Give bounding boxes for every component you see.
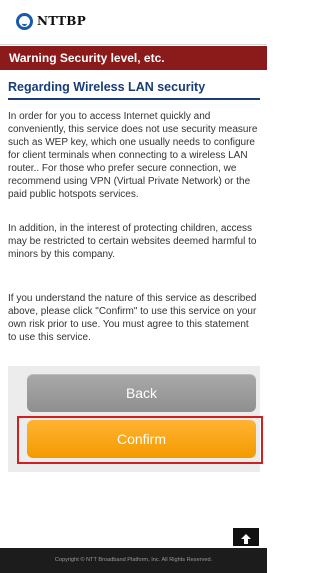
security-paragraph: In order for you to access Internet quic… <box>8 111 258 200</box>
ntt-logo[interactable]: NTTBP <box>16 11 86 31</box>
footer-copyright: Copyright © NTT Broadband Platform, Inc.… <box>0 548 267 573</box>
arrow-up-icon <box>241 533 251 544</box>
section-title: Regarding Wireless LAN security <box>8 80 260 100</box>
ntt-logo-icon <box>16 12 33 30</box>
logo-text: NTTBP <box>37 14 87 28</box>
warning-heading: Warning Security level, etc. <box>0 46 267 70</box>
back-button[interactable]: Back <box>27 374 256 412</box>
header-bar: NTTBP <box>0 0 267 45</box>
scroll-to-top-button[interactable] <box>233 528 259 546</box>
agreement-paragraph: If you understand the nature of this ser… <box>8 293 257 343</box>
restriction-paragraph: In addition, in the interest of protecti… <box>8 223 257 260</box>
confirm-button-highlight <box>17 416 263 464</box>
